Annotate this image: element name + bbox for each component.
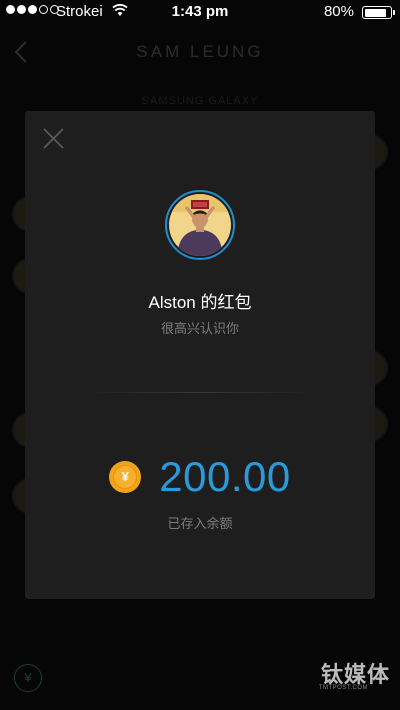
greeting-message: 很高兴认识你 (160, 321, 239, 336)
avatar-photo-icon (169, 194, 231, 256)
battery-percentage: 80% (323, 3, 354, 20)
divider (87, 392, 313, 393)
background-page-title: SAM LEUNG (136, 42, 264, 61)
amount-value: 200.00 (159, 453, 291, 500)
watermark-logo: 钛媒体 TMTPOST.COM (310, 657, 390, 703)
amount-status: 已存入余额 (167, 516, 233, 531)
sender-avatar (165, 190, 235, 260)
avatar (169, 194, 231, 256)
background-page-subtitle: SAMSUNG GALAXY (141, 95, 259, 107)
status-bar: Strokei 1:43 pm 80% (0, 0, 400, 24)
amount-row: ¥ 200.00 (25, 455, 375, 499)
close-icon[interactable] (43, 128, 64, 149)
background-nav-bar: SAM LEUNG (0, 24, 400, 80)
sender-name: Alston 的红包 (148, 293, 252, 312)
yen-coin-icon: ¥ (109, 461, 142, 493)
red-packet-modal: Alston 的红包 很高兴认识你 ¥ 200.00 已存入余额 (25, 111, 375, 599)
watermark-url: TMTPOST.COM (318, 685, 368, 691)
background-yen-icon: ¥ (14, 664, 42, 692)
battery-icon (362, 6, 395, 19)
